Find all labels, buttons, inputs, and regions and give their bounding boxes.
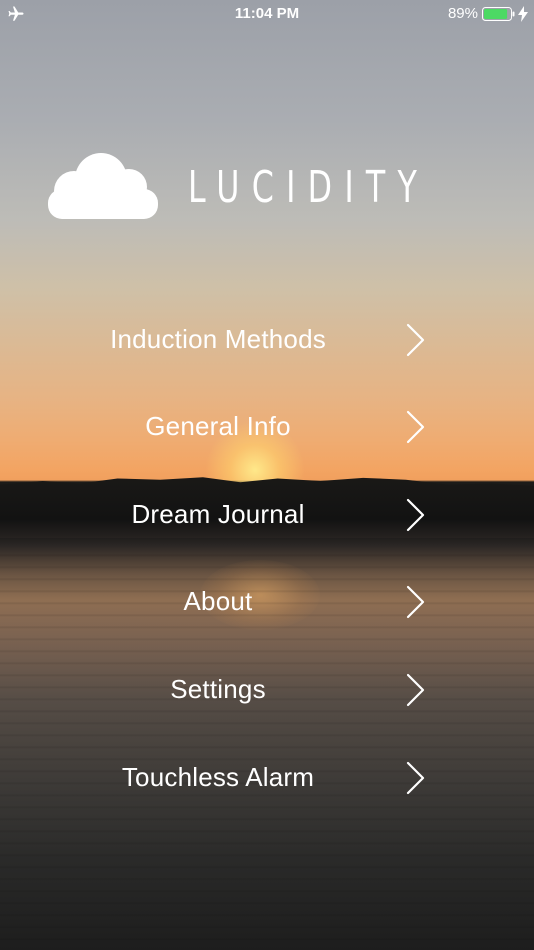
menu-item-label: Settings [170, 674, 266, 704]
status-bar: 11:04 PM 89% [0, 0, 534, 28]
menu-item-label: About [183, 586, 253, 616]
chevron-right-icon [406, 410, 425, 444]
menu-item-touchless-alarm[interactable]: Touchless Alarm [0, 748, 534, 808]
menu-item-induction-methods[interactable]: Induction Methods [0, 310, 534, 370]
menu-item-general-info[interactable]: General Info [0, 397, 534, 457]
menu-item-label: Dream Journal [131, 499, 305, 529]
battery-icon [482, 7, 515, 21]
chevron-right-icon [406, 673, 425, 707]
menu-item-label: Touchless Alarm [121, 762, 315, 792]
menu-item-settings[interactable]: Settings [0, 660, 534, 720]
menu-item-label: General Info [145, 411, 291, 441]
menu-item-label: Induction Methods [110, 324, 326, 354]
charging-bolt-icon [518, 6, 528, 22]
menu-item-dream-journal[interactable]: Dream Journal [0, 485, 534, 545]
cloud-icon [48, 153, 158, 219]
menu-item-about[interactable]: About [0, 572, 534, 632]
battery-fill [484, 9, 508, 19]
chevron-right-icon [406, 323, 425, 357]
chevron-right-icon [406, 761, 425, 795]
app-title: LUCIDITY [188, 162, 430, 213]
chevron-right-icon [406, 498, 425, 532]
chevron-right-icon [406, 585, 425, 619]
battery-percent: 89% [447, 5, 478, 22]
